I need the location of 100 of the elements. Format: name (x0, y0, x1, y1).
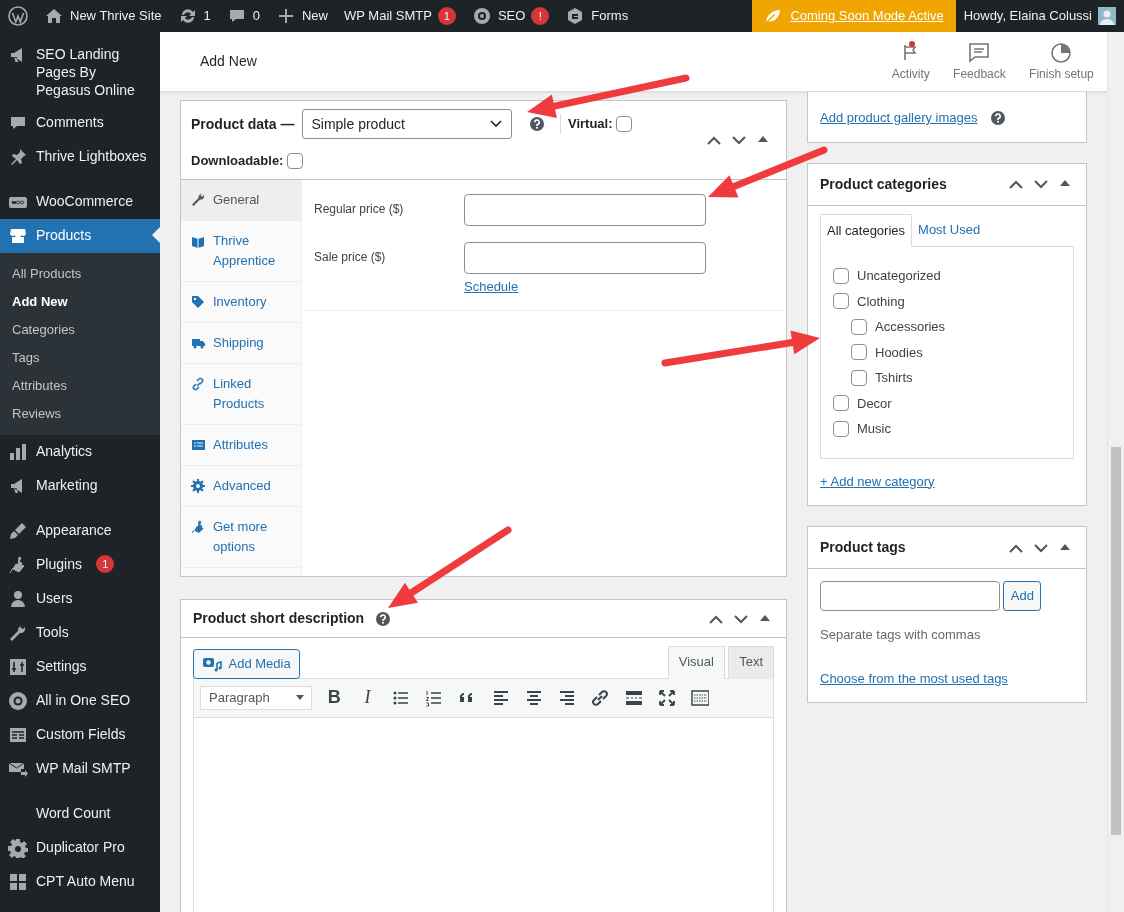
header-action[interactable]: Activity (881, 40, 940, 83)
gallery-link[interactable]: Add product gallery images (820, 108, 978, 128)
italic-button[interactable]: I (352, 682, 383, 713)
list-card-icon (191, 437, 205, 452)
category-label: Music (857, 420, 891, 438)
category-label: Clothing (857, 292, 905, 311)
help-icon[interactable] (990, 110, 1005, 125)
bar-chart-icon (8, 442, 28, 462)
checkbox[interactable] (851, 318, 867, 335)
product-data-tab[interactable]: Linked Products (181, 363, 301, 425)
product-type-select[interactable]: Simple product (302, 109, 513, 139)
sidebar-menu-item[interactable]: SEO Landing Pages By Pegasus Online (0, 38, 160, 106)
admin-bar-item[interactable]: 1 (169, 0, 219, 32)
grid-icon (8, 872, 28, 892)
header-action[interactable]: Feedback (943, 40, 1016, 83)
align-left-icon[interactable] (491, 688, 510, 707)
sidebar-menu-item[interactable]: Marketing (0, 469, 160, 503)
keyboard-icon[interactable] (691, 688, 709, 707)
checkbox[interactable] (851, 369, 867, 386)
sidebar-menu-item[interactable]: WooCommerce (0, 185, 160, 219)
tags-hint: Separate tags with commas (820, 626, 982, 644)
product-data-tab[interactable]: Inventory (181, 281, 301, 323)
admin-bar-item[interactable]: New Thrive Site (36, 0, 170, 32)
admin-bar-item[interactable]: Forms (557, 0, 637, 32)
category-label: Accessories (875, 318, 946, 336)
panel-title: Product data — (191, 114, 295, 134)
submenu-item[interactable]: Tags (0, 344, 160, 372)
read-more-icon[interactable] (624, 688, 643, 707)
sidebar-menu-item[interactable]: Tools (0, 616, 160, 650)
add-category-link[interactable]: + Add new category (820, 471, 935, 491)
checkbox[interactable] (833, 293, 849, 310)
submenu-item[interactable]: All Products (0, 260, 160, 288)
checkbox[interactable] (833, 395, 849, 412)
editor-tab[interactable]: Visual (667, 646, 725, 679)
add-tag-button[interactable]: Add (1003, 581, 1042, 611)
admin-bar-item[interactable]: SEO ! (463, 0, 558, 32)
user-icon (8, 589, 28, 609)
sidebar-menu-item[interactable]: All in One SEO (0, 684, 160, 718)
bold-button[interactable]: B (319, 682, 350, 713)
header-action[interactable]: Finish setup (1019, 40, 1104, 83)
sidebar-menu-item[interactable]: Users (0, 582, 160, 616)
sidebar-menu-item[interactable]: CPT Auto Menu (0, 865, 160, 899)
schedule-link[interactable]: Schedule (464, 276, 519, 297)
format-select[interactable]: Paragraph (200, 685, 312, 710)
product-data-tab[interactable]: Get more options (181, 506, 301, 568)
sidebar-menu-item[interactable]: Appearance (0, 514, 160, 548)
avatar-icon (1098, 7, 1116, 25)
field-label: Virtual: (567, 115, 613, 134)
sidebar-menu-item[interactable]: Analytics (0, 435, 160, 469)
tag-input[interactable] (820, 581, 1000, 611)
link-icon[interactable] (591, 688, 610, 707)
sliders-icon (8, 657, 28, 677)
numbered-list-icon[interactable] (425, 688, 443, 707)
most-used-tags-link[interactable]: Choose from the most used tags (820, 668, 1008, 688)
submenu-item[interactable]: Reviews (0, 400, 160, 428)
panel-title: Product tags (820, 538, 906, 557)
sidebar-menu-item[interactable]: Custom Fields (0, 718, 160, 752)
sidebar-menu-item[interactable]: Comments (0, 106, 160, 140)
align-center-icon[interactable] (524, 688, 543, 707)
checkbox[interactable] (851, 344, 867, 361)
sidebar-menu-item[interactable]: WP Mail SMTP (0, 752, 160, 786)
tag-icon (191, 294, 205, 309)
sidebar-menu-item[interactable]: Thrive Lightboxes (0, 140, 160, 174)
product-data-tab[interactable]: General (181, 179, 301, 221)
admin-bar-item[interactable]: WP Mail SMTP 1 (336, 0, 464, 32)
sidebar-menu-item[interactable]: Products (0, 219, 160, 253)
sidebar-menu-item[interactable]: Duplicator Pro (0, 831, 160, 865)
price-input[interactable] (464, 241, 706, 274)
leaf-icon (764, 7, 783, 25)
editor-tab[interactable]: Text (728, 646, 774, 679)
category-label: Decor (857, 394, 892, 413)
checkbox[interactable] (615, 116, 632, 132)
product-data-tab[interactable]: Shipping (181, 322, 301, 364)
admin-bar-item[interactable]: New (268, 0, 336, 32)
category-tab[interactable]: All categories (820, 213, 913, 247)
submenu-item[interactable]: Attributes (0, 372, 160, 400)
submenu-item[interactable]: Categories (0, 316, 160, 344)
checkbox[interactable] (833, 420, 849, 437)
price-input[interactable] (464, 193, 706, 226)
sidebar-menu-item[interactable]: Settings (0, 650, 160, 684)
wrench-icon (191, 192, 205, 207)
align-right-icon[interactable] (558, 688, 576, 707)
help-icon[interactable] (376, 611, 391, 626)
add-media-button[interactable]: Add Media (193, 648, 300, 679)
account-menu[interactable]: Howdy, Elaina Colussi (955, 0, 1124, 32)
product-data-tab[interactable]: Attributes (181, 424, 301, 466)
category-tab[interactable]: Most Used (912, 213, 987, 246)
submenu-item[interactable]: Add New (0, 288, 160, 316)
help-icon[interactable] (530, 117, 545, 131)
product-data-tab[interactable]: Advanced (181, 465, 301, 507)
sidebar-menu-item[interactable]: Word Count (0, 797, 160, 831)
message-icon (967, 40, 992, 65)
product-data-tab[interactable]: Thrive Apprentice (181, 220, 301, 282)
sidebar-menu-item[interactable]: Plugins 1 (0, 548, 160, 582)
plus-icon (276, 6, 296, 26)
scrollbar[interactable] (1107, 32, 1124, 912)
checkbox[interactable] (286, 152, 303, 169)
admin-bar-item[interactable]: 0 (218, 0, 268, 32)
checkbox[interactable] (833, 267, 849, 284)
fullscreen-icon[interactable] (657, 688, 676, 707)
